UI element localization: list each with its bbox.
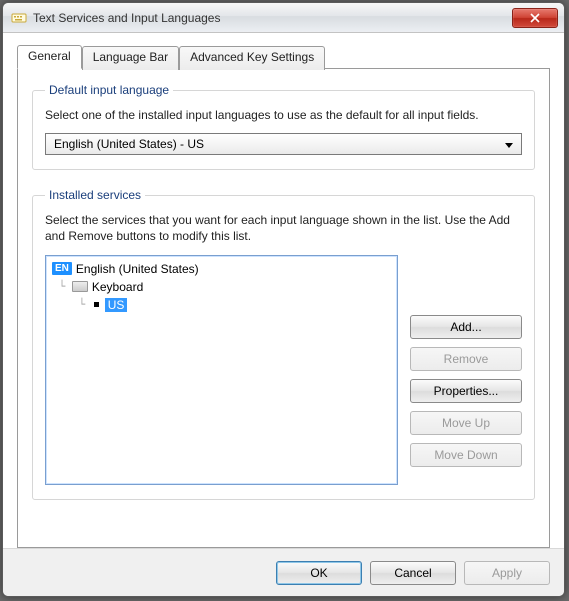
service-buttons: Add... Remove Properties... Move Up Move… xyxy=(410,255,522,485)
tab-general[interactable]: General xyxy=(17,45,82,69)
category-name: Keyboard xyxy=(92,280,143,294)
keyboard-icon xyxy=(72,281,88,292)
layout-name: US xyxy=(105,298,128,312)
dialog-footer: OK Cancel Apply xyxy=(3,548,564,596)
properties-button[interactable]: Properties... xyxy=(410,379,522,403)
default-lang-description: Select one of the installed input langua… xyxy=(45,107,522,123)
language-name: English (United States) xyxy=(76,262,199,276)
default-language-dropdown[interactable]: English (United States) - US xyxy=(45,133,522,155)
group-legend: Default input language xyxy=(45,83,173,97)
installed-services-tree[interactable]: EN English (United States) └ Keyboard └ … xyxy=(45,255,398,485)
titlebar[interactable]: Text Services and Input Languages xyxy=(3,3,564,33)
tabpanel-general: Default input language Select one of the… xyxy=(17,68,550,548)
tree-lang-node[interactable]: EN English (United States) xyxy=(52,260,391,278)
close-button[interactable] xyxy=(512,8,558,28)
move-up-button: Move Up xyxy=(410,411,522,435)
tab-language-bar[interactable]: Language Bar xyxy=(82,46,179,70)
tree-category-node[interactable]: └ Keyboard xyxy=(52,278,391,296)
ok-button[interactable]: OK xyxy=(276,561,362,585)
chevron-down-icon xyxy=(501,137,517,151)
app-icon xyxy=(11,10,27,26)
add-button[interactable]: Add... xyxy=(410,315,522,339)
dialog-window: Text Services and Input Languages Genera… xyxy=(2,2,565,597)
move-down-button: Move Down xyxy=(410,443,522,467)
content-area: General Language Bar Advanced Key Settin… xyxy=(3,33,564,548)
installed-description: Select the services that you want for ea… xyxy=(45,212,522,244)
group-default-input-language: Default input language Select one of the… xyxy=(32,83,535,170)
group-legend: Installed services xyxy=(45,188,145,202)
window-title: Text Services and Input Languages xyxy=(33,11,512,25)
language-badge: EN xyxy=(52,262,72,275)
apply-button: Apply xyxy=(464,561,550,585)
bullet-icon xyxy=(94,302,99,307)
dropdown-selected-text: English (United States) - US xyxy=(54,137,501,151)
tab-advanced-key-settings[interactable]: Advanced Key Settings xyxy=(179,46,325,70)
group-installed-services: Installed services Select the services t… xyxy=(32,188,535,499)
remove-button: Remove xyxy=(410,347,522,371)
cancel-button[interactable]: Cancel xyxy=(370,561,456,585)
tabstrip: General Language Bar Advanced Key Settin… xyxy=(17,45,550,69)
tree-layout-node[interactable]: └ US xyxy=(52,296,391,314)
